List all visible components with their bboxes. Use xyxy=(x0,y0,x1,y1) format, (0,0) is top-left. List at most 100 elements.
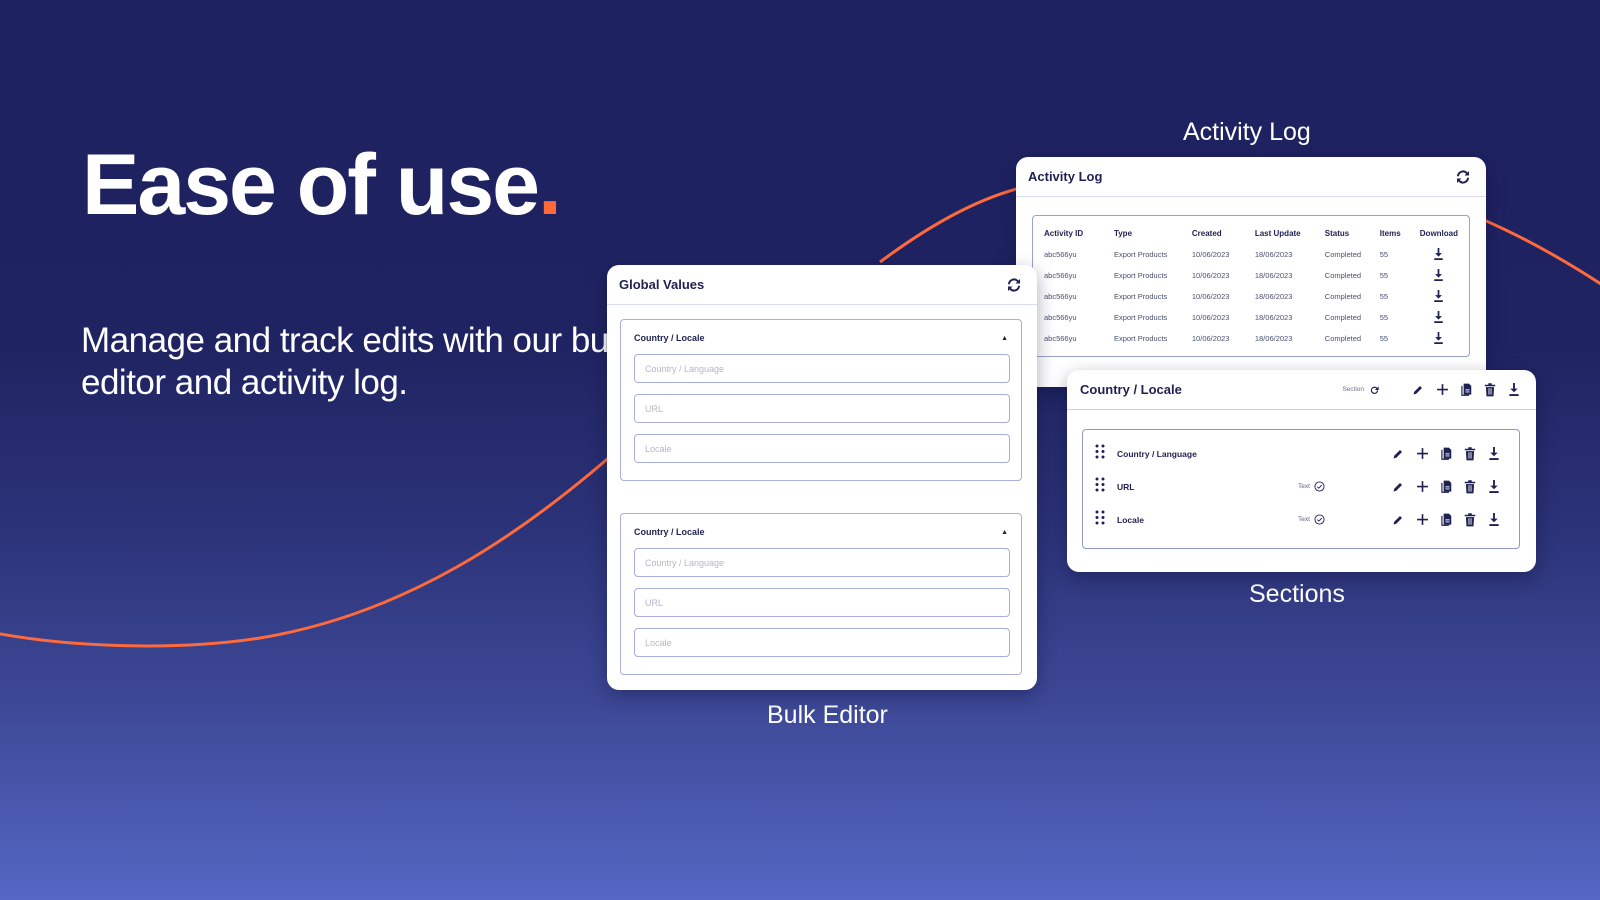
cell-activity-id: abc566yu xyxy=(1044,334,1077,343)
field-type-label: Text xyxy=(1298,516,1310,523)
column-header-type: Type xyxy=(1113,228,1133,238)
duplicate-document-icon[interactable] xyxy=(1458,382,1474,398)
download-icon[interactable] xyxy=(1433,247,1444,260)
duplicate-document-icon[interactable] xyxy=(1438,446,1454,462)
cell-activity-id: abc566yu xyxy=(1044,250,1077,259)
add-plus-icon[interactable] xyxy=(1414,479,1430,495)
hero-title-text: Ease of use xyxy=(82,137,540,233)
download-icon[interactable] xyxy=(1486,446,1502,462)
download-button[interactable] xyxy=(1420,244,1458,265)
cell-items: 55 xyxy=(1379,271,1389,280)
field-name: URL xyxy=(1117,481,1135,492)
duplicate-document-icon[interactable] xyxy=(1438,512,1454,528)
refresh-icon[interactable] xyxy=(1005,276,1023,294)
activity-table: Activity ID Type Created Last Update Sta… xyxy=(1044,222,1458,349)
country-language-input[interactable] xyxy=(634,354,1010,383)
collapse-caret-icon[interactable]: ▲ xyxy=(1001,529,1008,536)
field-type-label: Text xyxy=(1298,483,1310,490)
column-header-download: Download xyxy=(1419,228,1458,238)
collapse-caret-icon[interactable]: ▲ xyxy=(1001,335,1008,342)
caption-sections: Sections xyxy=(1249,580,1345,608)
download-button[interactable] xyxy=(1420,286,1458,307)
cell-status: Completed xyxy=(1324,250,1362,259)
activity-log-header: Activity Log xyxy=(1016,157,1486,197)
edit-pencil-icon[interactable] xyxy=(1390,512,1406,528)
locale-input[interactable] xyxy=(634,434,1010,463)
locale-section-header[interactable]: Country / Locale ▲ xyxy=(634,514,1008,548)
locale-input[interactable] xyxy=(634,628,1010,657)
cell-items: 55 xyxy=(1379,334,1389,343)
section-label: Country / Locale xyxy=(634,527,705,537)
add-plus-icon[interactable] xyxy=(1434,382,1450,398)
cell-items: 55 xyxy=(1379,292,1389,301)
delete-trash-icon[interactable] xyxy=(1482,382,1498,398)
cell-last-update: 18/06/2023 xyxy=(1254,250,1293,259)
url-input[interactable] xyxy=(634,588,1010,617)
edit-pencil-icon[interactable] xyxy=(1390,446,1406,462)
cell-items: 55 xyxy=(1379,250,1389,259)
download-button[interactable] xyxy=(1420,265,1458,286)
refresh-icon[interactable] xyxy=(1454,168,1472,186)
download-icon[interactable] xyxy=(1433,289,1444,302)
activity-table-header-row: Activity ID Type Created Last Update Sta… xyxy=(1044,222,1458,244)
sections-header: Country / Locale Section xyxy=(1067,370,1536,410)
duplicate-document-icon[interactable] xyxy=(1438,479,1454,495)
caption-bulk-editor: Bulk Editor xyxy=(767,701,888,729)
drag-handle-icon[interactable] xyxy=(1095,444,1107,464)
add-plus-icon[interactable] xyxy=(1414,512,1430,528)
download-icon[interactable] xyxy=(1433,268,1444,281)
url-input[interactable] xyxy=(634,394,1010,423)
field-toolbar xyxy=(1390,479,1502,495)
locale-section: Country / Locale ▲ xyxy=(620,319,1022,481)
column-header-activity-id: Activity ID xyxy=(1044,228,1084,238)
check-circle-icon xyxy=(1314,481,1325,492)
download-button[interactable] xyxy=(1420,307,1458,328)
field-type: Text xyxy=(1298,514,1325,525)
download-icon[interactable] xyxy=(1433,310,1444,323)
accent-curve-middle xyxy=(879,186,1021,264)
download-icon[interactable] xyxy=(1506,382,1522,398)
cell-last-update: 18/06/2023 xyxy=(1254,292,1293,301)
drag-handle-icon[interactable] xyxy=(1095,477,1107,497)
cell-created: 10/06/2023 xyxy=(1191,271,1230,280)
drag-handle-icon[interactable] xyxy=(1095,510,1107,530)
delete-trash-icon[interactable] xyxy=(1462,512,1478,528)
download-icon[interactable] xyxy=(1486,512,1502,528)
country-language-input[interactable] xyxy=(634,548,1010,577)
cell-created: 10/06/2023 xyxy=(1191,313,1230,322)
locale-section-header[interactable]: Country / Locale ▲ xyxy=(634,320,1008,354)
cell-type: Export Products xyxy=(1113,271,1168,280)
table-row: abc566yu Export Products 10/06/2023 18/0… xyxy=(1044,328,1458,349)
section-label: Country / Locale xyxy=(634,333,705,343)
cell-status: Completed xyxy=(1324,313,1362,322)
cell-activity-id: abc566yu xyxy=(1044,292,1077,301)
cell-type: Export Products xyxy=(1113,313,1168,322)
table-row: abc566yu Export Products 10/06/2023 18/0… xyxy=(1044,265,1458,286)
cell-created: 10/06/2023 xyxy=(1191,292,1230,301)
activity-log-title: Activity Log xyxy=(1028,169,1103,184)
delete-trash-icon[interactable] xyxy=(1462,479,1478,495)
cell-status: Completed xyxy=(1324,292,1362,301)
list-item: Country / Language xyxy=(1083,437,1519,470)
download-icon[interactable] xyxy=(1486,479,1502,495)
reset-icon[interactable] xyxy=(1369,384,1380,395)
column-header-status: Status xyxy=(1324,228,1350,238)
download-button[interactable] xyxy=(1420,328,1458,349)
edit-pencil-icon[interactable] xyxy=(1410,382,1426,398)
table-row: abc566yu Export Products 10/06/2023 18/0… xyxy=(1044,307,1458,328)
list-item: URL Text xyxy=(1083,470,1519,503)
locale-section: Country / Locale ▲ xyxy=(620,513,1022,675)
global-values-card: Global Values Country / Locale ▲ Country… xyxy=(607,265,1037,690)
table-row: abc566yu Export Products 10/06/2023 18/0… xyxy=(1044,286,1458,307)
section-tag: Section xyxy=(1342,386,1364,393)
edit-pencil-icon[interactable] xyxy=(1390,479,1406,495)
cell-last-update: 18/06/2023 xyxy=(1254,271,1293,280)
list-item: Locale Text xyxy=(1083,503,1519,536)
cell-last-update: 18/06/2023 xyxy=(1254,313,1293,322)
add-plus-icon[interactable] xyxy=(1414,446,1430,462)
accent-curve-right xyxy=(1483,218,1600,286)
cell-last-update: 18/06/2023 xyxy=(1254,334,1293,343)
download-icon[interactable] xyxy=(1433,331,1444,344)
delete-trash-icon[interactable] xyxy=(1462,446,1478,462)
column-header-created: Created xyxy=(1191,228,1222,238)
